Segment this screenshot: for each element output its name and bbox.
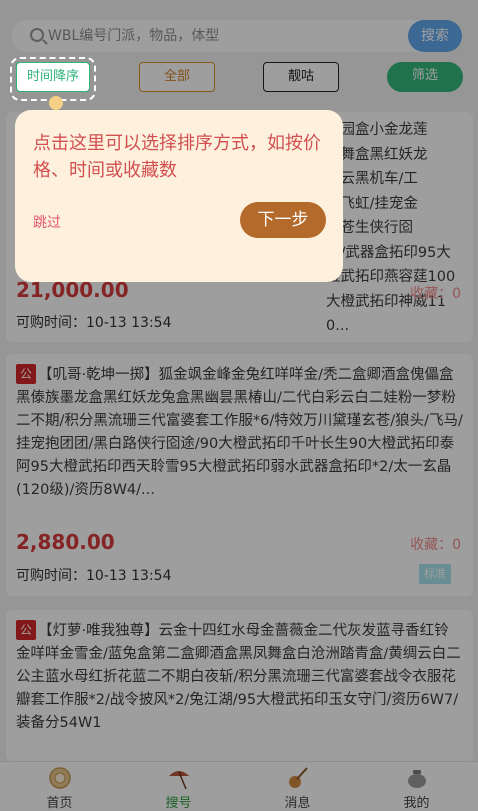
guide-pointer-dot <box>49 96 63 110</box>
guide-next-button[interactable]: 下一步 <box>240 202 326 238</box>
guide-tooltip: 点击这里可以选择排序方式，如按价格、时间或收藏数 跳过 下一步 <box>15 110 343 282</box>
guide-skip-button[interactable]: 跳过 <box>33 212 61 232</box>
sort-time-desc-button-highlighted[interactable]: 时间降序 <box>16 62 90 92</box>
guide-text: 点击这里可以选择排序方式，如按价格、时间或收藏数 <box>33 133 321 181</box>
